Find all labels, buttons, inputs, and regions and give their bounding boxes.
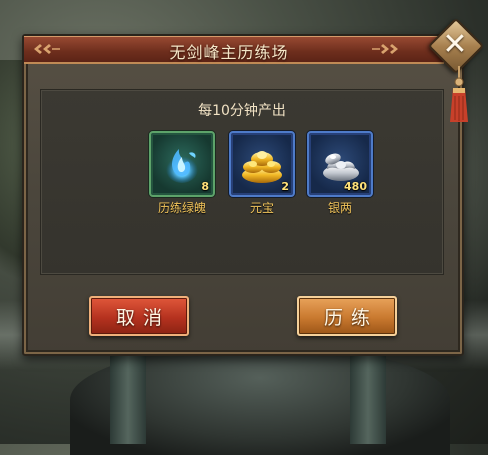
reward-name: 元宝 bbox=[249, 201, 274, 215]
background-pillar bbox=[350, 344, 386, 444]
green-soul-flame-icon bbox=[166, 149, 198, 183]
training-dialog: 无剑峰主历练场 每10分钟产出 8 历练绿魄 2 元宝 480 银两 取消 历练 bbox=[22, 34, 464, 356]
reward-item[interactable]: 8 历练绿魄 bbox=[147, 131, 217, 216]
close-icon[interactable]: ✕ bbox=[437, 27, 473, 63]
reward-item[interactable]: 2 元宝 bbox=[227, 131, 297, 216]
reward-item-frame: 8 bbox=[149, 131, 215, 197]
reward-item-frame: 480 bbox=[307, 131, 373, 197]
gold-ingot-icon bbox=[242, 151, 282, 183]
reward-count: 2 bbox=[281, 180, 289, 193]
reward-count: 480 bbox=[344, 180, 367, 193]
dialog-title-bar: 无剑峰主历练场 bbox=[24, 36, 444, 64]
train-button[interactable]: 历练 bbox=[297, 296, 397, 336]
reward-item[interactable]: 480 银两 bbox=[305, 131, 375, 216]
tassel-ornament-icon bbox=[450, 66, 468, 122]
reward-content-box: 每10分钟产出 8 历练绿魄 2 元宝 480 银两 bbox=[40, 89, 444, 275]
reward-count: 8 bbox=[201, 180, 209, 193]
reward-name: 银两 bbox=[327, 201, 352, 215]
cancel-button[interactable]: 取消 bbox=[89, 296, 189, 336]
output-interval-label: 每10分钟产出 bbox=[198, 103, 286, 119]
title-ornament-icon bbox=[372, 44, 398, 54]
reward-name: 历练绿魄 bbox=[157, 201, 206, 215]
background-pillar bbox=[110, 344, 146, 444]
reward-item-frame: 2 bbox=[229, 131, 295, 197]
